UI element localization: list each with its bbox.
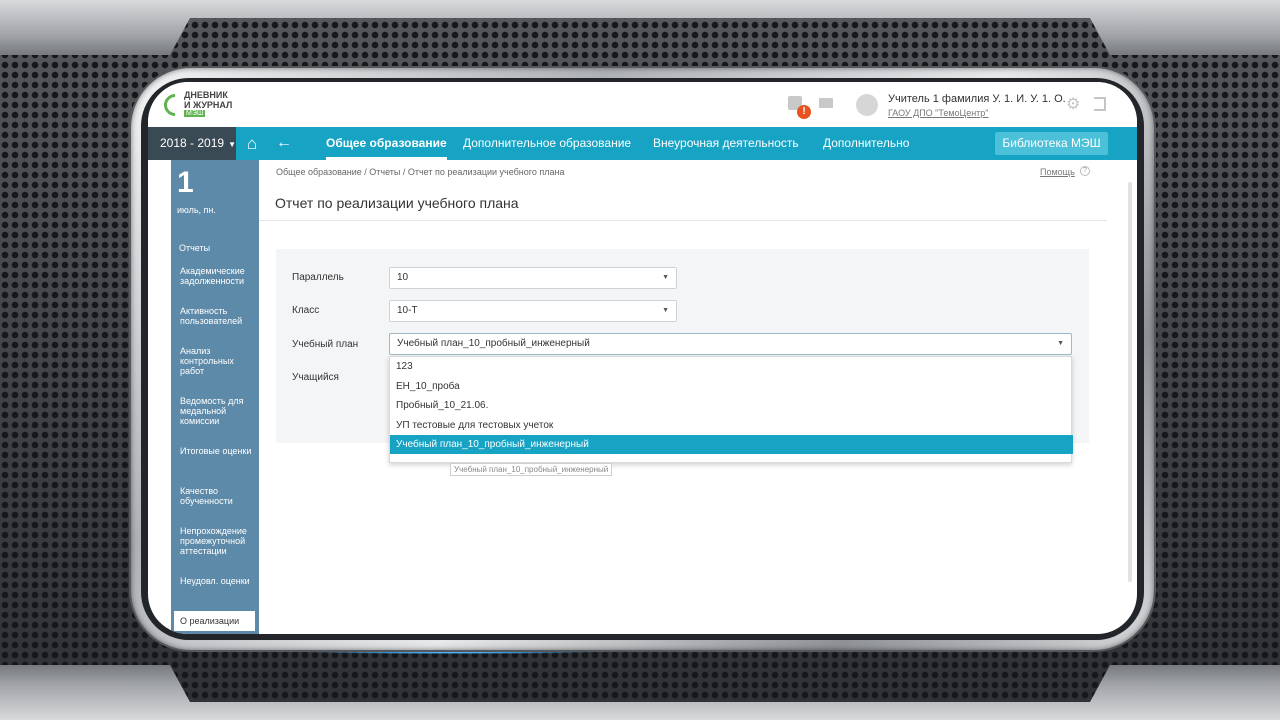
sidebar-item-implementation[interactable]: О реализации	[174, 611, 255, 631]
student-label: Учащийся	[292, 372, 339, 383]
page-title: Отчет по реализации учебного плана	[275, 195, 519, 211]
logo[interactable]: ДНЕВНИК И ЖУРНАЛ МЭШ	[159, 89, 274, 122]
logo-line2: И ЖУРНАЛ	[184, 100, 233, 110]
dropdown-option-selected[interactable]: Учебный план_10_пробный_инженерный	[390, 435, 1073, 454]
sidebar-item-final-grades[interactable]: Итоговые оценки	[180, 446, 256, 456]
plan-select[interactable]: Учебный план_10_пробный_инженерный ▼	[389, 333, 1072, 355]
parallel-value: 10	[397, 272, 409, 283]
class-select[interactable]: 10-Т ▼	[389, 300, 677, 322]
sidebar-item-user-activity[interactable]: Активность пользователей	[180, 306, 256, 326]
sidebar-item-test-analysis[interactable]: Анализ контрольных работ	[180, 346, 256, 376]
date-day: июль, пн.	[177, 205, 216, 215]
breadcrumb[interactable]: Общее образование / Отчеты / Отчет по ре…	[276, 167, 564, 177]
tab-additional-education[interactable]: Дополнительное образование	[463, 127, 631, 160]
back-arrow-icon[interactable]: ←	[276, 127, 296, 160]
chevron-down-icon: ▼	[228, 140, 236, 149]
notification-badge: !	[797, 105, 811, 119]
sidebar-item-learning-quality[interactable]: Качество обученности	[180, 486, 256, 506]
date-number: 1	[177, 166, 194, 199]
sidebar-item-medal-commission[interactable]: Ведомость для медальной комиссии	[180, 396, 256, 426]
user-name[interactable]: Учитель 1 фамилия У. 1. И. У. 1. О.	[888, 93, 1066, 105]
avatar[interactable]	[856, 94, 878, 116]
top-header: ДНЕВНИК И ЖУРНАЛ МЭШ ! Учитель 1 фамилия…	[148, 82, 1137, 127]
plan-label: Учебный план	[292, 339, 359, 350]
chevron-down-icon: ▼	[662, 307, 669, 314]
year-selector[interactable]: 2018 - 2019 ▼	[148, 127, 236, 160]
tab-additional[interactable]: Дополнительно	[823, 127, 909, 160]
dropdown-option[interactable]: ЕН_10_проба	[390, 377, 1073, 396]
frame-bottom-band	[0, 665, 1280, 720]
sidebar-section-title: Отчеты	[179, 243, 211, 253]
plan-dropdown-list: 123 ЕН_10_проба Пробный_10_21.06. УП тес…	[389, 356, 1073, 463]
dropdown-option[interactable]: 123	[390, 357, 1073, 376]
sidebar-item-attestation-failure[interactable]: Непрохождение промежуточной аттестации	[180, 526, 256, 556]
main-nav: 2018 - 2019 ▼ ⌂ ← Общее образование Допол…	[148, 127, 1137, 160]
parallel-select[interactable]: 10 ▼	[389, 267, 677, 289]
tab-extracurricular[interactable]: Внеурочная деятельность	[653, 127, 799, 160]
option-tooltip: Учебный план_10_пробный_инженерный	[450, 463, 613, 476]
chevron-down-icon: ▼	[1057, 340, 1064, 347]
divider	[259, 220, 1107, 221]
help-link[interactable]: Помощь	[1040, 167, 1075, 177]
chevron-down-icon: ▼	[662, 274, 669, 281]
app-screen: ДНЕВНИК И ЖУРНАЛ МЭШ ! Учитель 1 фамилия…	[148, 82, 1137, 634]
sidebar-item-academic-debts[interactable]: Академические задолженности	[180, 266, 256, 286]
logo-badge: МЭШ	[184, 110, 206, 117]
class-value: 10-Т	[397, 305, 418, 316]
plan-value: Учебный план_10_пробный_инженерный	[397, 338, 590, 349]
logo-line1: ДНЕВНИК	[184, 90, 228, 100]
help-icon[interactable]: ?	[1080, 166, 1090, 176]
year-label: 2018 - 2019	[160, 136, 225, 150]
dropdown-option[interactable]: Пробный_10_21.06.	[390, 396, 1073, 415]
class-label: Класс	[292, 305, 320, 316]
home-icon[interactable]: ⌂	[236, 127, 268, 160]
logo-text: ДНЕВНИК И ЖУРНАЛ	[184, 90, 232, 110]
frame-top-band	[0, 0, 1280, 55]
logout-icon[interactable]	[1094, 97, 1106, 111]
mail-icon[interactable]	[819, 98, 833, 108]
user-org-link[interactable]: ГАОУ ДПО "ТемоЦентр"	[888, 108, 989, 118]
library-button[interactable]: Библиотека МЭШ	[995, 132, 1108, 155]
scrollbar[interactable]	[1128, 182, 1132, 582]
gear-icon[interactable]: ⚙	[1066, 97, 1080, 113]
dropdown-option[interactable]: УП тестовые для тестовых учеток	[390, 416, 1073, 435]
sidebar-item-unsatisfactory-grades[interactable]: Неудовл. оценки	[180, 576, 256, 586]
parallel-label: Параллель	[292, 272, 344, 283]
sidebar: 1 июль, пн. Отчеты Академические задолже…	[171, 160, 259, 634]
tab-general-education[interactable]: Общее образование	[326, 127, 447, 160]
